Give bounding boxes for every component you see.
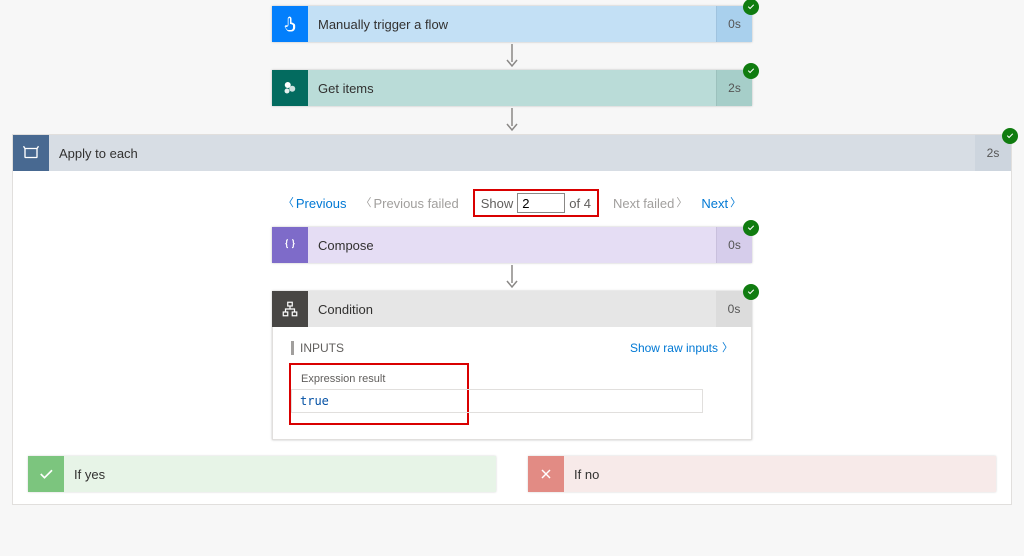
getitems-card[interactable]: Get items 2s xyxy=(272,70,752,106)
trigger-title: Manually trigger a flow xyxy=(308,6,716,42)
next-link[interactable]: Next〉 xyxy=(701,196,741,211)
condition-branches: If yes If no xyxy=(25,456,999,492)
condition-body: INPUTS Show raw inputs 〉 Expression resu… xyxy=(272,327,752,440)
success-badge-icon xyxy=(743,220,759,236)
compose-title: Compose xyxy=(308,227,716,263)
touch-icon xyxy=(272,6,308,42)
apply-to-each-header[interactable]: Apply to each 2s xyxy=(13,135,1011,171)
compose-card[interactable]: Compose 0s xyxy=(272,227,752,263)
arrow-down-icon xyxy=(504,263,520,291)
chevron-right-icon: 〉 xyxy=(722,343,733,354)
success-badge-icon xyxy=(1002,128,1018,144)
if-no-label: If no xyxy=(564,456,996,492)
condition-title: Condition xyxy=(308,291,716,327)
previous-failed-link[interactable]: 〈Previous failed xyxy=(360,196,458,211)
show-raw-inputs-link[interactable]: Show raw inputs 〉 xyxy=(630,341,733,355)
trigger-card[interactable]: Manually trigger a flow 0s xyxy=(272,6,752,42)
iteration-pager: 〈Previous 〈Previous failed Show of 4 Nex… xyxy=(25,189,999,217)
getitems-title: Get items xyxy=(308,70,716,106)
success-badge-icon xyxy=(743,63,759,79)
arrow-down-icon xyxy=(504,106,520,134)
if-yes-branch[interactable]: If yes xyxy=(28,456,496,492)
chevron-right-icon: 〉 xyxy=(676,198,687,209)
condition-card[interactable]: Condition 0s INPUTS Show raw inputs 〉 xyxy=(272,291,752,440)
previous-link[interactable]: 〈Previous xyxy=(283,196,347,211)
arrow-down-icon xyxy=(504,42,520,70)
success-badge-icon xyxy=(743,0,759,15)
if-no-branch[interactable]: If no xyxy=(528,456,996,492)
cross-icon xyxy=(528,456,564,492)
getitems-card-wrap: Get items 2s xyxy=(272,70,752,106)
apply-to-each-body: 〈Previous 〈Previous failed Show of 4 Nex… xyxy=(13,171,1011,504)
expression-result-highlight: Expression result true xyxy=(289,363,469,425)
chevron-left-icon: 〈 xyxy=(283,198,294,209)
trigger-card-wrap: Manually trigger a flow 0s xyxy=(272,6,752,42)
apply-to-each-title: Apply to each xyxy=(49,135,975,171)
expression-result-field: true xyxy=(291,389,703,413)
check-icon xyxy=(28,456,64,492)
sharepoint-icon xyxy=(272,70,308,106)
chevron-left-icon: 〈 xyxy=(360,198,371,209)
if-yes-label: If yes xyxy=(64,456,496,492)
next-failed-link[interactable]: Next failed〉 xyxy=(613,196,687,211)
flow-canvas: Manually trigger a flow 0s Get items 2s xyxy=(0,6,1024,505)
compose-card-wrap: Compose 0s xyxy=(272,227,752,263)
show-label: Show xyxy=(481,196,514,211)
condition-icon xyxy=(272,291,308,327)
braces-icon xyxy=(272,227,308,263)
expression-result-value: true xyxy=(300,394,329,408)
of-total: of 4 xyxy=(569,196,591,211)
inputs-label: INPUTS xyxy=(291,341,344,355)
chevron-right-icon: 〉 xyxy=(730,198,741,209)
success-badge-icon xyxy=(743,284,759,300)
expression-result-label: Expression result xyxy=(301,373,457,385)
loop-icon xyxy=(13,135,49,171)
iteration-input[interactable] xyxy=(517,193,565,213)
pager-show-highlight: Show of 4 xyxy=(473,189,599,217)
apply-to-each-container: Apply to each 2s 〈Previous 〈Previous fai… xyxy=(12,134,1012,505)
